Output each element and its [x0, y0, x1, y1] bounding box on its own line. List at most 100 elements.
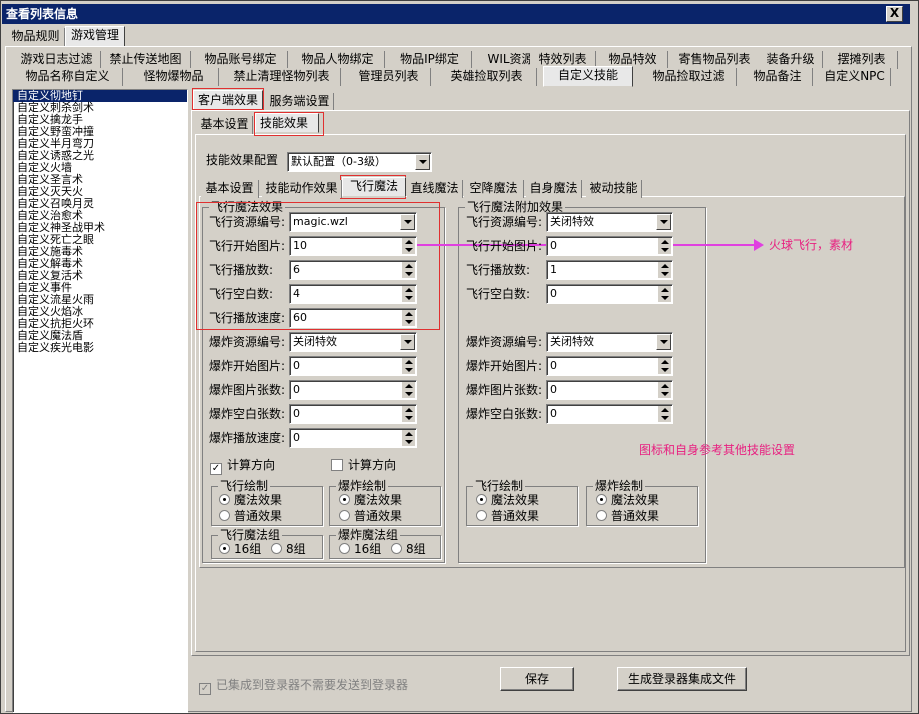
- arrow-up-icon[interactable]: [402, 286, 415, 294]
- extra-fly-draw-magic[interactable]: 魔法效果: [476, 493, 539, 507]
- spinner-icon[interactable]: [657, 238, 671, 254]
- arrow-down-icon[interactable]: [658, 270, 671, 278]
- right-field-6[interactable]: 0: [546, 380, 673, 400]
- left-field-0[interactable]: magic.wzl: [289, 212, 417, 232]
- magic-tab-4[interactable]: 空降魔法: [464, 180, 524, 198]
- boom-draw-normal[interactable]: 普通效果: [339, 509, 402, 523]
- magic-tab-3[interactable]: 直线魔法: [407, 180, 463, 198]
- right-field-0[interactable]: 关闭特效: [546, 212, 673, 232]
- spinner-icon[interactable]: [401, 238, 415, 254]
- check-icon[interactable]: ✓: [199, 683, 211, 695]
- tab-row2-5[interactable]: 自定义技能: [543, 66, 633, 87]
- check-icon[interactable]: ✓: [210, 463, 222, 475]
- arrow-down-icon[interactable]: [658, 294, 671, 302]
- right-field-5[interactable]: 0: [546, 356, 673, 376]
- right-field-1[interactable]: 0: [546, 236, 673, 256]
- spinner-icon[interactable]: [657, 406, 671, 422]
- arrow-down-icon[interactable]: [402, 270, 415, 278]
- left-field-5[interactable]: 关闭特效: [289, 332, 417, 352]
- left-field-6[interactable]: 0: [289, 356, 417, 376]
- skill-list[interactable]: 自定义彻地钉 自定义刺杀剑术 自定义擒龙手 自定义野蛮冲撞 自定义半月弯刀 自定义诱惑之光…: [12, 89, 188, 713]
- save-button[interactable]: 保存: [500, 667, 574, 691]
- spinner-icon[interactable]: [401, 310, 415, 326]
- tab-row1-9[interactable]: 装备升级: [759, 51, 823, 69]
- arrow-up-icon[interactable]: [658, 382, 671, 390]
- chevron-down-icon[interactable]: [415, 154, 430, 170]
- calc-direction-left[interactable]: ✓ 计算方向: [210, 457, 275, 475]
- arrow-down-icon[interactable]: [658, 366, 671, 374]
- arrow-down-icon[interactable]: [402, 414, 415, 422]
- chevron-down-icon[interactable]: [400, 334, 415, 350]
- arrow-down-icon[interactable]: [658, 390, 671, 398]
- chevron-down-icon[interactable]: [656, 214, 671, 230]
- fly-group-8[interactable]: 8组: [271, 542, 306, 556]
- arrow-up-icon[interactable]: [658, 406, 671, 414]
- chevron-down-icon[interactable]: [656, 334, 671, 350]
- right-field-2[interactable]: 1: [546, 260, 673, 280]
- boom-group-16[interactable]: 16组: [339, 542, 381, 556]
- arrow-up-icon[interactable]: [402, 382, 415, 390]
- radio-off-icon[interactable]: [219, 510, 230, 521]
- arrow-down-icon[interactable]: [402, 318, 415, 326]
- left-field-7[interactable]: 0: [289, 380, 417, 400]
- spinner-icon[interactable]: [401, 358, 415, 374]
- arrow-up-icon[interactable]: [402, 310, 415, 318]
- right-field-7[interactable]: 0: [546, 404, 673, 424]
- tab-row2-0[interactable]: 物品名称自定义: [13, 68, 123, 86]
- radio-off-icon[interactable]: [271, 543, 282, 554]
- tab-row1-2[interactable]: 物品账号绑定: [194, 51, 288, 69]
- radio-off-icon[interactable]: [476, 510, 487, 521]
- tab-row2-1[interactable]: 怪物爆物品: [129, 68, 219, 86]
- arrow-up-icon[interactable]: [402, 358, 415, 366]
- spinner-icon[interactable]: [401, 262, 415, 278]
- calc-direction-right[interactable]: 计算方向: [331, 457, 396, 473]
- left-field-9[interactable]: 0: [289, 428, 417, 448]
- spinner-icon[interactable]: [657, 262, 671, 278]
- arrow-up-icon[interactable]: [658, 238, 671, 246]
- tab-game-manage[interactable]: 游戏管理: [65, 26, 125, 47]
- radio-off-icon[interactable]: [596, 510, 607, 521]
- left-field-1[interactable]: 10: [289, 236, 417, 256]
- arrow-up-icon[interactable]: [402, 238, 415, 246]
- boom-draw-magic[interactable]: 魔法效果: [339, 493, 402, 507]
- checkbox-icon[interactable]: [331, 459, 343, 471]
- spinner-icon[interactable]: [657, 286, 671, 302]
- tab-row2-2[interactable]: 禁止清理怪物列表: [223, 68, 341, 86]
- spinner-icon[interactable]: [657, 358, 671, 374]
- arrow-down-icon[interactable]: [402, 438, 415, 446]
- radio-on-icon[interactable]: [219, 543, 230, 554]
- radio-off-icon[interactable]: [339, 510, 350, 521]
- arrow-down-icon[interactable]: [402, 390, 415, 398]
- right-field-3[interactable]: 0: [546, 284, 673, 304]
- fly-group-16[interactable]: 16组: [219, 542, 261, 556]
- arrow-up-icon[interactable]: [402, 406, 415, 414]
- right-field-4[interactable]: 关闭特效: [546, 332, 673, 352]
- spinner-icon[interactable]: [401, 382, 415, 398]
- radio-off-icon[interactable]: [339, 543, 350, 554]
- tab-item-rules[interactable]: 物品规则: [7, 28, 65, 46]
- arrow-down-icon[interactable]: [658, 246, 671, 254]
- magic-tab-5[interactable]: 自身魔法: [526, 180, 582, 198]
- tab-row2-4[interactable]: 英雄捡取列表: [437, 68, 537, 86]
- generate-button[interactable]: 生成登录器集成文件: [617, 667, 747, 691]
- spinner-icon[interactable]: [657, 382, 671, 398]
- tab-row1-1[interactable]: 禁止传送地图: [101, 51, 191, 69]
- spinner-icon[interactable]: [401, 286, 415, 302]
- arrow-up-icon[interactable]: [658, 358, 671, 366]
- config-select[interactable]: 默认配置（0-3级）: [287, 152, 432, 172]
- arrow-down-icon[interactable]: [402, 366, 415, 374]
- left-field-8[interactable]: 0: [289, 404, 417, 424]
- arrow-down-icon[interactable]: [402, 246, 415, 254]
- arrow-up-icon[interactable]: [402, 262, 415, 270]
- tab-row2-6[interactable]: 物品捡取过滤: [641, 68, 737, 86]
- tab-row2-3[interactable]: 管理员列表: [347, 68, 431, 86]
- arrow-up-icon[interactable]: [658, 286, 671, 294]
- magic-tab-1[interactable]: 技能动作效果: [262, 180, 342, 198]
- spinner-icon[interactable]: [401, 406, 415, 422]
- chevron-down-icon[interactable]: [400, 214, 415, 230]
- radio-on-icon[interactable]: [219, 494, 230, 505]
- tab-row1-0[interactable]: 游戏日志过滤: [13, 51, 101, 69]
- tab-row1-10[interactable]: 摆摊列表: [826, 51, 898, 69]
- fly-draw-magic[interactable]: 魔法效果: [219, 493, 282, 507]
- magic-tab-0[interactable]: 基本设置: [201, 180, 259, 198]
